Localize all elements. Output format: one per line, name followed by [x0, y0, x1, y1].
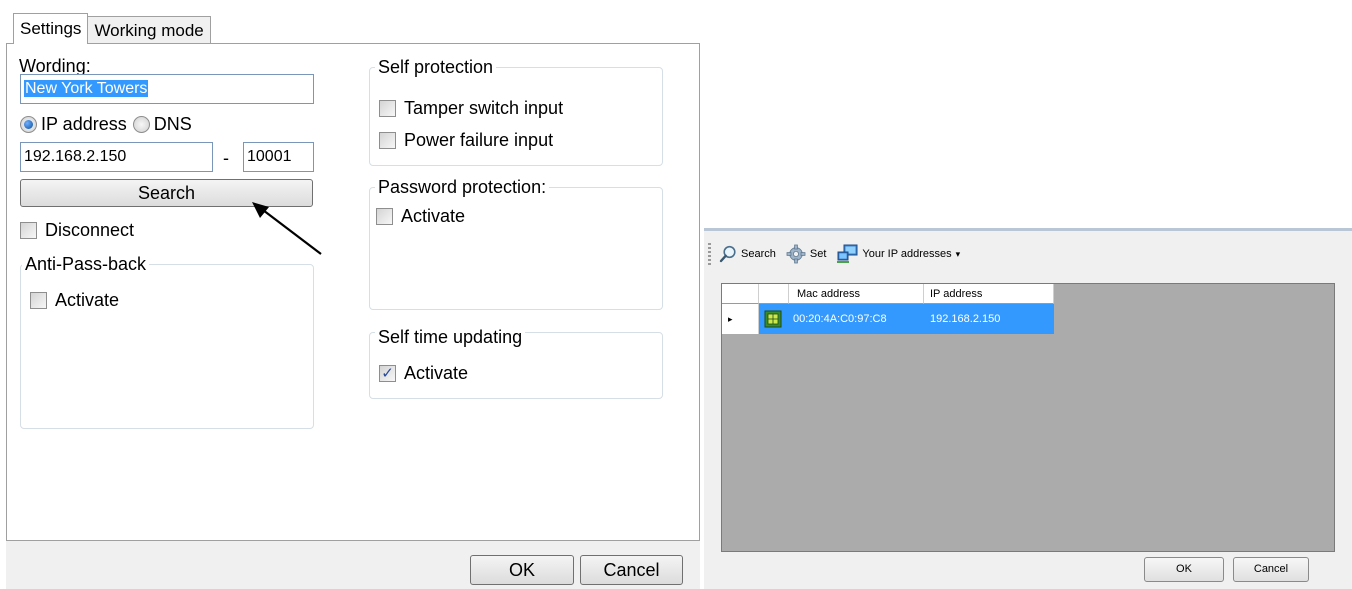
password-protection-activate-label: Activate: [401, 206, 466, 226]
toolbar-search-button[interactable]: Search: [719, 245, 776, 263]
toolbar: Search Set Your IP addresses ▾: [704, 239, 970, 269]
power-failure-row: Power failure input: [379, 130, 553, 151]
network-computer-icon: [837, 244, 858, 263]
grid-row-header-corner: [722, 284, 759, 304]
chevron-down-icon: ▾: [955, 248, 961, 259]
ip-address-radio[interactable]: [20, 116, 37, 133]
wording-input[interactable]: New York Towers: [20, 74, 314, 104]
self-time-updating-checkbox[interactable]: ✓: [379, 365, 396, 382]
disconnect-checkbox[interactable]: [20, 222, 37, 239]
disconnect-row: Disconnect: [20, 220, 134, 241]
wording-value: New York Towers: [24, 80, 149, 97]
checkmark-icon: ✓: [381, 365, 394, 382]
port-input[interactable]: 10001: [243, 142, 314, 172]
anti-pass-back-group: Anti-Pass-back Activate: [20, 253, 314, 429]
grid-column-mac-address[interactable]: Mac address: [789, 284, 924, 304]
power-failure-checkbox[interactable]: [379, 132, 396, 149]
device-board-icon: [764, 310, 782, 328]
self-protection-title: Self protection: [375, 56, 497, 78]
device-grid: Mac address IP address ▸ 00:20:4A:C0:97:…: [721, 283, 1335, 552]
device-ok-button[interactable]: OK: [1144, 557, 1224, 582]
dialog-footer: OK Cancel: [6, 541, 700, 589]
self-time-updating-group: Self time updating ✓ Activate: [369, 326, 663, 399]
password-protection-row: Activate: [376, 206, 465, 227]
self-time-updating-activate-label: Activate: [404, 363, 469, 383]
grid-row-selector[interactable]: ▸: [722, 304, 759, 334]
password-protection-group: Password protection: Activate: [369, 176, 663, 310]
current-row-indicator-icon: ▸: [728, 314, 733, 324]
tamper-switch-checkbox[interactable]: [379, 100, 396, 117]
anti-pass-back-checkbox[interactable]: [30, 292, 47, 309]
tab-settings[interactable]: Settings: [13, 13, 89, 44]
grid-icon-column-header: [759, 284, 789, 304]
self-time-updating-row: ✓ Activate: [379, 363, 468, 384]
table-row-mac-cell[interactable]: 00:20:4A:C0:97:C8: [789, 304, 924, 334]
gear-icon: [786, 244, 806, 264]
password-protection-checkbox[interactable]: [376, 208, 393, 225]
cancel-button[interactable]: Cancel: [580, 555, 683, 585]
device-cancel-button[interactable]: Cancel: [1233, 557, 1309, 582]
disconnect-label: Disconnect: [45, 220, 135, 240]
search-icon: [719, 245, 736, 263]
anti-pass-back-row: Activate: [30, 290, 119, 311]
wording-label: Wording:: [19, 56, 91, 76]
toolbar-ip-addresses-dropdown[interactable]: Your IP addresses ▾: [836, 244, 960, 264]
anti-pass-back-activate-label: Activate: [55, 290, 120, 310]
pointer-arrow-icon: [252, 202, 322, 255]
tab-working-mode[interactable]: Working mode: [87, 16, 211, 44]
grid-column-ip-address[interactable]: IP address: [924, 284, 1054, 304]
power-failure-label: Power failure input: [404, 130, 554, 150]
toolbar-ip-addresses-label: Your IP addresses: [862, 248, 952, 260]
anti-pass-back-title: Anti-Pass-back: [22, 253, 150, 275]
toolbar-set-button[interactable]: Set: [786, 244, 827, 264]
toolbar-grip[interactable]: [708, 243, 711, 265]
password-protection-title: Password protection:: [375, 176, 550, 198]
device-search-dialog: Search Set Your IP addresses ▾ Mac addre…: [704, 228, 1352, 589]
tamper-switch-label: Tamper switch input: [404, 98, 564, 118]
table-row-icon-cell[interactable]: [759, 304, 789, 334]
dns-radio-label: DNS: [153, 114, 192, 134]
ip-address-input[interactable]: 192.168.2.150: [20, 142, 213, 172]
self-protection-group: Self protection Tamper switch input Powe…: [369, 56, 663, 166]
settings-dialog: Settings Working mode Wording: New York …: [6, 0, 700, 589]
toolbar-set-label: Set: [809, 248, 827, 260]
address-mode-group: IP address DNS: [20, 114, 192, 135]
toolbar-search-label: Search: [741, 248, 776, 260]
self-time-updating-title: Self time updating: [375, 326, 526, 348]
settings-panel: Wording: New York Towers IP address DNS …: [6, 43, 700, 541]
ok-button[interactable]: OK: [470, 555, 574, 585]
table-row-ip-cell[interactable]: 192.168.2.150: [924, 304, 1054, 334]
dns-radio[interactable]: [132, 116, 150, 133]
tamper-switch-row: Tamper switch input: [379, 98, 563, 119]
ip-port-separator: -: [223, 148, 229, 168]
tab-strip: Settings Working mode: [13, 13, 211, 44]
ip-address-radio-label: IP address: [41, 114, 127, 134]
